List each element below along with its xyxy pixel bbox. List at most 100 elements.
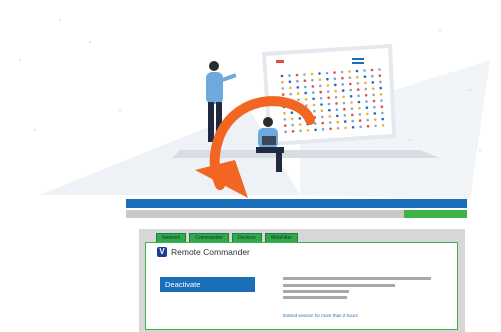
screen-dot <box>343 114 347 117</box>
screen-dot <box>371 87 375 90</box>
extend-session-link[interactable]: Extend session for more than 2 hours <box>283 313 358 318</box>
screen-dot <box>349 95 353 98</box>
screen-dot <box>378 74 382 77</box>
screen-dot <box>281 87 285 90</box>
placeholder-line <box>283 284 395 287</box>
screen-dot <box>334 83 337 87</box>
screen-dot <box>297 98 300 102</box>
screen-dot <box>328 121 332 124</box>
screen-dot <box>381 117 385 121</box>
screen-dot <box>304 91 308 95</box>
screen-dot <box>378 68 381 71</box>
screen-dot <box>341 83 345 86</box>
screen-dot <box>370 68 374 72</box>
screen-dot <box>314 128 317 132</box>
placeholder-line <box>283 290 349 293</box>
screen-dot <box>289 92 293 96</box>
screen-dot <box>379 93 383 96</box>
deactivate-button[interactable]: Deactivate <box>160 277 255 292</box>
screen-dot <box>357 94 360 98</box>
screen-dot <box>335 108 339 111</box>
screen-dot <box>311 91 315 94</box>
screen-dot <box>348 76 352 79</box>
screen-dot <box>341 76 344 80</box>
screen-dot <box>283 124 287 127</box>
screen-dot <box>358 113 362 116</box>
screen-dot <box>328 115 332 118</box>
screen-dot <box>348 70 351 73</box>
screen-dot <box>343 120 347 123</box>
screen-dot <box>341 89 345 92</box>
screen-dot <box>319 84 322 88</box>
screen-dot <box>380 99 383 102</box>
screen-dot <box>363 75 367 78</box>
screen-dot <box>329 127 332 131</box>
screen-dot <box>374 124 377 128</box>
screen-dot <box>318 78 322 81</box>
screen-dot <box>319 90 323 94</box>
screen-dot <box>310 72 314 76</box>
screen-dot <box>298 123 302 126</box>
brand: V Remote Commander <box>157 247 250 257</box>
screen-dot <box>381 124 385 127</box>
screen-dot <box>365 106 369 109</box>
screen-dot <box>319 97 323 100</box>
screen-dot <box>366 112 369 116</box>
screen-dot <box>351 126 355 129</box>
screen-dot <box>381 111 384 115</box>
screen-dot <box>281 93 285 96</box>
screen-dot <box>290 111 294 114</box>
screen-dot <box>296 92 300 95</box>
screen-dot <box>357 100 361 104</box>
screen-dot <box>304 85 307 89</box>
screen-dot <box>333 77 337 80</box>
screen-dot <box>350 101 353 104</box>
screen-dot <box>296 79 299 83</box>
screen-dot <box>334 89 338 93</box>
screen-dot <box>284 130 287 134</box>
screen-dot <box>306 129 310 132</box>
screen-dot <box>355 69 359 73</box>
screen-dot <box>372 99 376 103</box>
screen-dot <box>304 98 308 101</box>
screen-dot <box>372 93 375 97</box>
placeholder-line <box>283 296 347 299</box>
screen-dot <box>299 129 302 133</box>
screen-dot <box>340 70 344 74</box>
screen-dot <box>328 108 331 112</box>
screen-dot <box>335 102 338 105</box>
screen-dot <box>325 71 329 75</box>
screen-dot <box>351 113 354 117</box>
illustration-stage: Network Commander Devices WebFilter V Re… <box>0 0 501 332</box>
screen-dot <box>364 87 368 91</box>
screen-dot <box>289 86 292 90</box>
screen-dot <box>291 130 295 133</box>
screen-dot <box>313 109 316 113</box>
screen-dot <box>373 118 377 121</box>
screen-dot <box>336 127 340 130</box>
screen-dot <box>371 81 375 84</box>
top-bar-blue <box>126 199 467 208</box>
screen-dot <box>327 96 330 100</box>
screen-dot <box>344 126 347 130</box>
screen-dot <box>373 105 376 109</box>
app-window: Network Commander Devices WebFilter V Re… <box>139 229 465 332</box>
screen-dot <box>371 74 374 78</box>
screen-dot <box>336 120 340 124</box>
screen-dot <box>280 74 284 78</box>
screen-dot <box>321 121 325 125</box>
screen-dot <box>326 77 329 81</box>
screen-dot <box>349 88 353 92</box>
screen-dot <box>311 78 314 82</box>
screen-dot <box>303 73 306 76</box>
screen-dot <box>350 107 354 110</box>
screen-dot <box>298 117 302 120</box>
screen-dot <box>351 119 355 123</box>
screen-dot <box>320 103 323 106</box>
screen-dot <box>379 86 383 90</box>
screen-dot <box>379 80 382 84</box>
screen-dot <box>291 123 295 127</box>
screen-dot <box>364 94 368 97</box>
screen-dot <box>359 125 362 129</box>
screen-dot <box>365 100 368 103</box>
